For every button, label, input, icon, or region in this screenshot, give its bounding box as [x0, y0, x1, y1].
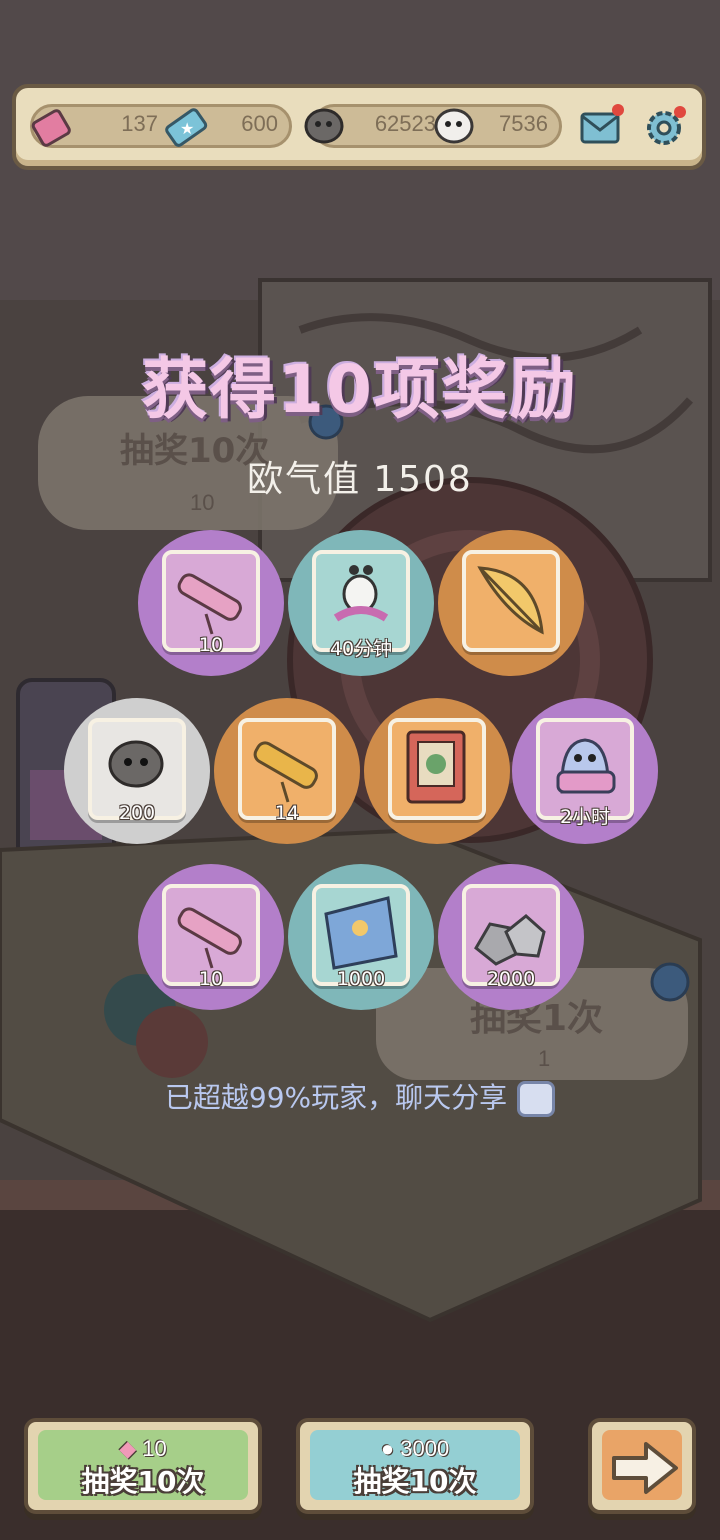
tickets-count: 137 [121, 111, 158, 136]
reward-item-blue-map[interactable]: 1000 [288, 864, 434, 1010]
reward-count: 2小时 [559, 806, 611, 828]
reward-item-ghost-worm[interactable]: 40分钟 [288, 530, 434, 676]
reward-item-golden-telescope[interactable]: 14 [214, 698, 360, 844]
stars-count: 600 [241, 111, 278, 136]
blue-map-icon [324, 896, 398, 970]
reward-item-pink-telescope[interactable]: 10 [138, 530, 284, 676]
right-arrow-icon [612, 1442, 678, 1494]
reward-item-pink-telescope[interactable]: 10 [138, 864, 284, 1010]
ticket-draw-label: 抽奖10次 [81, 1465, 205, 1498]
ghost-worm-icon [333, 565, 389, 622]
pink-telescope-icon [177, 907, 242, 969]
spirit-draw-label: 抽奖10次 [353, 1465, 477, 1498]
reward-item-golden-feather[interactable] [438, 530, 584, 676]
white-spirits-count: 7536 [499, 111, 548, 136]
next-arrow-button[interactable] [588, 1418, 696, 1514]
draw-10-spirit-button[interactable]: ● 3000 抽奖10次 [296, 1418, 534, 1514]
gray-spirits-count: 62523 [374, 111, 436, 136]
blanket-ghost-icon [556, 738, 616, 794]
share-line[interactable]: 已超越99%玩家，聊天分享 [0, 1076, 720, 1117]
draw-10-ticket-button[interactable]: ◆ 10 抽奖10次 [24, 1418, 262, 1514]
luck-value-line: 欧气值 1508 [0, 450, 720, 502]
reward-count: 200 [118, 802, 156, 824]
reward-count: 1000 [336, 968, 386, 990]
share-icon[interactable] [517, 1081, 556, 1117]
share-text: 已超越99%玩家，聊天分享 [164, 1081, 508, 1114]
pink-telescope-icon [177, 573, 242, 635]
spirit-small-icon: ● [380, 1436, 395, 1461]
ticket-small-icon: ◆ [119, 1436, 137, 1461]
spirit-cost: ● 3000 [380, 1436, 450, 1461]
ticket-cost: ◆ 10 [119, 1436, 167, 1461]
reward-count: 14 [274, 802, 300, 824]
gray-spirit-icon [304, 108, 344, 144]
resource-bar: 137 ★ 600 62523 7536 [12, 84, 706, 170]
reward-item-storybook[interactable] [364, 698, 510, 844]
gray-spirit-icon [108, 740, 164, 788]
reward-item-blanket-ghost[interactable]: 2小时 [512, 698, 658, 844]
storybook-icon [406, 730, 466, 804]
reward-title: 获得10项奖励 [142, 351, 578, 428]
luck-value: 1508 [373, 459, 473, 500]
reward-count: 10 [198, 968, 224, 990]
white-spirit-icon [434, 108, 474, 144]
mail-icon[interactable] [576, 102, 626, 152]
star-ticket-icon: ★ [165, 108, 208, 147]
golden-telescope-icon [253, 741, 318, 803]
reward-count: 2000 [486, 968, 536, 990]
gacha-result-screen: 抽奖10次 10 抽奖1次 1 137 ★ 600 62523 7536 获得1… [0, 0, 720, 1540]
luck-label: 欧气值 [247, 459, 362, 500]
reward-item-gray-spirit[interactable]: 200 [64, 698, 210, 844]
svg-text:★: ★ [180, 119, 194, 138]
reward-item-stones[interactable]: 2000 [438, 864, 584, 1010]
stones-icon [474, 914, 546, 966]
reward-count: 10 [198, 634, 224, 656]
bg-right-draw-cost: 1 [538, 1046, 550, 1071]
golden-feather-icon [477, 566, 544, 635]
reward-count: 40分钟 [329, 638, 393, 660]
settings-gear-icon[interactable] [640, 102, 690, 152]
ticket-icon [31, 109, 71, 147]
